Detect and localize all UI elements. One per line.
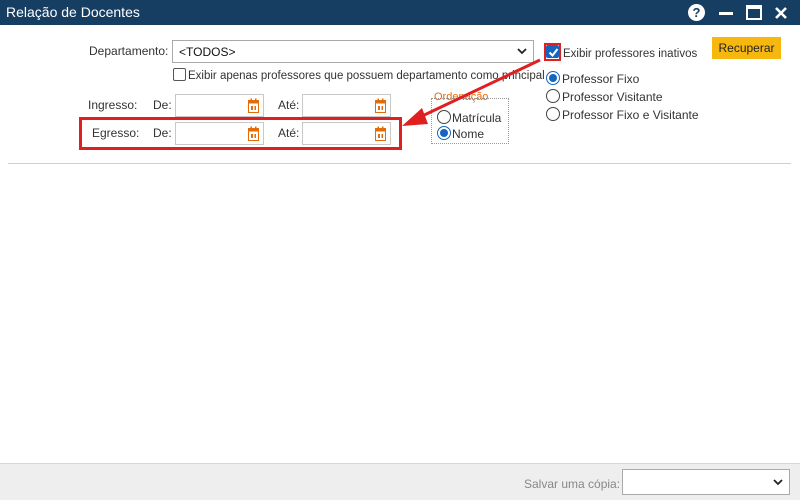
ingresso-ate-input[interactable] <box>302 94 391 117</box>
egresso-ate-label: Até: <box>278 126 300 140</box>
egresso-ate-input[interactable] <box>302 122 391 145</box>
professor-fixo-label: Professor Fixo <box>562 72 640 86</box>
title-bar: Relação de Docentes ? <box>0 0 800 25</box>
help-icon[interactable]: ? <box>687 3 707 22</box>
departamento-value: <TODOS> <box>179 45 236 59</box>
egresso-de-label: De: <box>153 126 172 140</box>
ingresso-de-input[interactable] <box>175 94 264 117</box>
help-glyph: ? <box>688 4 705 21</box>
departamento-label: Departamento: <box>89 44 169 58</box>
minimize-icon[interactable] <box>716 3 736 22</box>
show-inactive-label: Exibir professores inativos <box>563 48 698 60</box>
calendar-icon[interactable] <box>375 98 386 113</box>
salvar-copia-select[interactable] <box>622 469 790 495</box>
calendar-icon[interactable] <box>248 126 259 141</box>
egresso-de-input[interactable] <box>175 122 264 145</box>
separator <box>8 163 791 164</box>
close-icon[interactable] <box>771 3 791 22</box>
calendar-icon[interactable] <box>375 126 386 141</box>
footer-bar: Salvar uma cópia: <box>0 463 800 500</box>
recuperar-button[interactable]: Recuperar <box>712 37 781 59</box>
maximize-icon[interactable] <box>744 3 764 22</box>
chevron-down-icon <box>773 479 783 486</box>
calendar-icon[interactable] <box>248 98 259 113</box>
arrow-annotation-icon <box>402 58 541 126</box>
salvar-copia-label: Salvar uma cópia: <box>524 477 621 491</box>
egresso-label: Egresso: <box>92 126 140 140</box>
only-with-department-checkbox[interactable] <box>173 68 186 81</box>
ingresso-de-label: De: <box>153 98 172 112</box>
window-title: Relação de Docentes <box>6 4 140 20</box>
ingresso-ate-label: Até: <box>278 98 300 112</box>
professor-fixo-visitante-label: Professor Fixo e Visitante <box>562 108 699 122</box>
ingresso-label: Ingresso: <box>88 98 138 112</box>
professor-visitante-label: Professor Visitante <box>562 90 663 104</box>
